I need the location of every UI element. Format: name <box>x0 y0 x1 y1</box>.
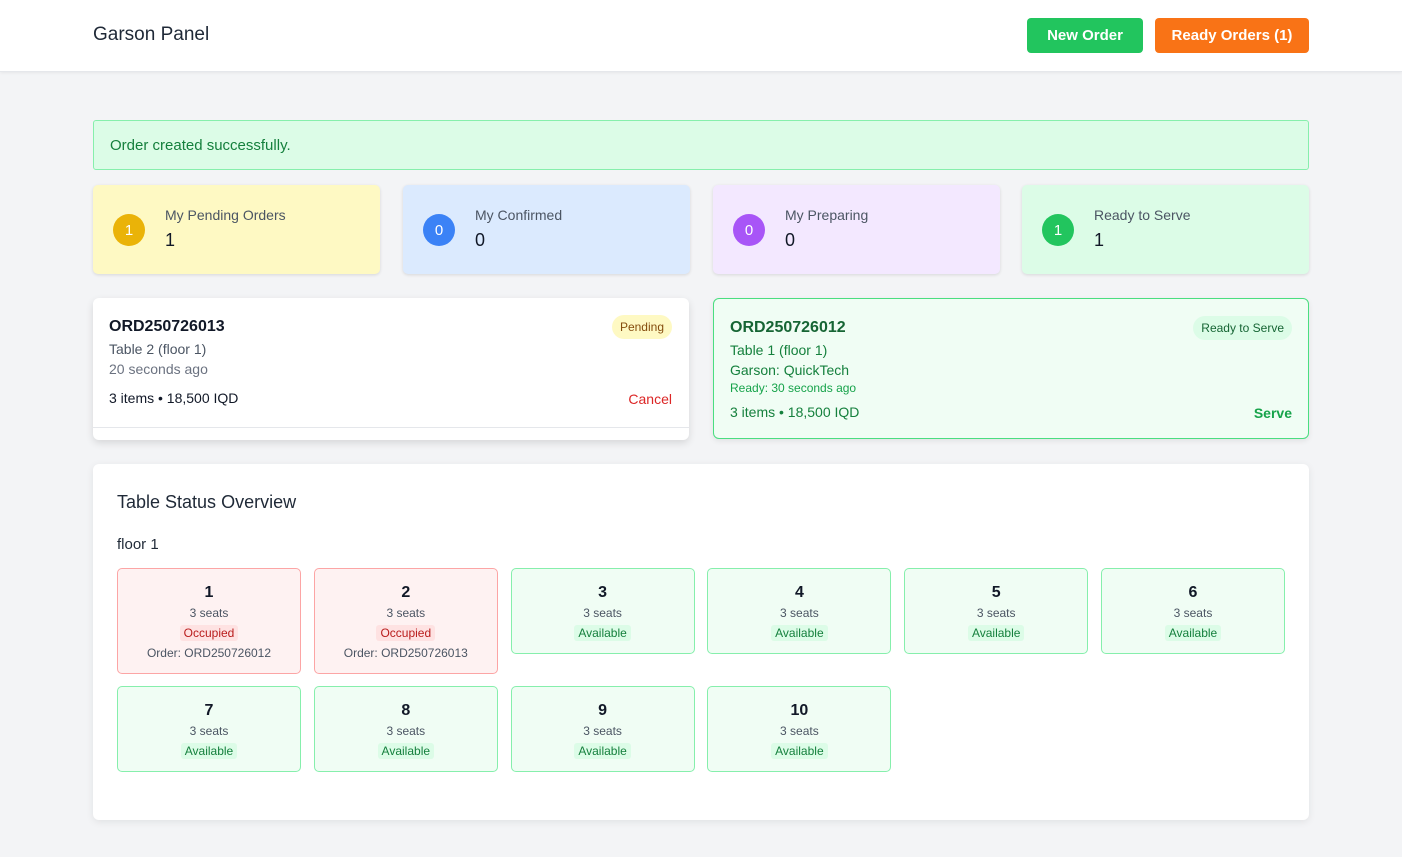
order-id: ORD250726013 <box>109 318 225 335</box>
floor-label: floor 1 <box>117 536 159 553</box>
panel-title: Table Status Overview <box>117 492 297 512</box>
table-seats: 3 seats <box>386 606 426 620</box>
table-status-badge: Available <box>574 743 631 759</box>
success-alert: Order created successfully. <box>93 120 1309 170</box>
table-seats: 3 seats <box>386 724 426 738</box>
table-seats: 3 seats <box>780 724 819 738</box>
table-number: 3 <box>598 584 608 601</box>
order-card-pending: ORD250726013 Table 2 (floor 1) 20 second… <box>93 298 689 440</box>
status-badge: Ready to Serve <box>1193 316 1292 340</box>
table-status-panel: Table Status Overview floor 1 1 3 seats Oc… <box>93 464 1309 820</box>
table-card-7[interactable]: 7 3 seats Available <box>117 686 301 772</box>
stat-confirmed: 0 My Confirmed 0 <box>403 185 690 274</box>
table-grid: 1 3 seats Occupied Order: ORD250726012 2 3 se… <box>117 568 1285 772</box>
table-number: 8 <box>401 702 411 719</box>
table-number: 4 <box>794 584 804 601</box>
table-number: 2 <box>401 584 411 601</box>
order-table: Table 2 (floor 1) <box>109 341 207 357</box>
new-order-button[interactable]: New Order <box>1027 18 1143 53</box>
table-order-ref: Order: ORD250726012 <box>146 646 272 660</box>
stat-count-badge: 0 <box>423 214 455 246</box>
stat-value: 0 <box>785 230 796 250</box>
stat-count-badge: 0 <box>733 214 765 246</box>
table-card-1[interactable]: 1 3 seats Occupied Order: ORD250726012 <box>117 568 301 674</box>
card-divider <box>93 427 689 428</box>
order-summary: 3 items • 18,500 IQD <box>730 404 860 420</box>
table-card-8[interactable]: 8 3 seats Available <box>313 686 498 772</box>
order-summary: 3 items • 18,500 IQD <box>109 390 239 406</box>
table-seats: 3 seats <box>189 724 229 738</box>
stat-preparing: 0 My Preparing 0 <box>713 185 1000 274</box>
serve-button[interactable]: Serve <box>1254 405 1292 421</box>
table-status-badge: Available <box>180 743 238 759</box>
cancel-button[interactable]: Cancel <box>628 391 672 407</box>
table-seats: 3 seats <box>583 724 622 738</box>
table-status-badge: Available <box>771 743 828 759</box>
table-status-badge: Occupied <box>376 625 436 641</box>
table-seats: 3 seats <box>189 606 229 620</box>
order-ready-time: Ready: 30 seconds ago <box>730 381 857 395</box>
table-card-3[interactable]: 3 3 seats Available <box>510 568 695 654</box>
app-title: Garson Panel <box>93 24 210 45</box>
table-seats: 3 seats <box>780 606 819 620</box>
table-card-2[interactable]: 2 3 seats Occupied Order: ORD250726013 <box>313 568 498 674</box>
order-time: 20 seconds ago <box>109 361 208 377</box>
table-card-6[interactable]: 6 3 seats Available <box>1100 568 1285 654</box>
table-card-9[interactable]: 9 3 seats Available <box>510 686 695 772</box>
status-badge: Pending <box>611 315 672 339</box>
stat-count-badge: 1 <box>1042 214 1074 246</box>
table-status-badge: Occupied <box>179 625 239 641</box>
table-card-4[interactable]: 4 3 seats Available <box>707 568 892 654</box>
stat-label: My Preparing <box>785 207 869 223</box>
table-order-ref: Order: ORD250726013 <box>343 646 468 660</box>
alert-message: Order created successfully. <box>110 136 291 154</box>
table-status-badge: Available <box>574 625 631 641</box>
stat-value: 1 <box>165 230 176 250</box>
order-table: Table 1 (floor 1) <box>730 342 828 358</box>
order-card-ready: ORD250726012 Table 1 (floor 1) Garson: Q… <box>713 298 1309 439</box>
table-status-badge: Available <box>377 743 435 759</box>
table-seats: 3 seats <box>1173 606 1213 620</box>
ready-orders-button[interactable]: Ready Orders (1) <box>1155 18 1309 53</box>
stat-ready-to-serve: 1 Ready to Serve 1 <box>1022 185 1309 274</box>
order-id: ORD250726012 <box>730 319 846 336</box>
table-card-10[interactable]: 10 3 seats Available <box>707 686 892 772</box>
table-seats: 3 seats <box>583 606 622 620</box>
stat-label: Ready to Serve <box>1094 207 1191 223</box>
table-number: 6 <box>1188 584 1198 601</box>
table-seats: 3 seats <box>976 606 1016 620</box>
top-header: Garson Panel New Order Ready Orders (1) <box>0 0 1402 72</box>
table-status-badge: Available <box>1164 625 1222 641</box>
table-status-badge: Available <box>967 625 1025 641</box>
table-number: 5 <box>991 584 1001 601</box>
stat-label: My Confirmed <box>475 207 563 223</box>
stat-label: My Pending Orders <box>165 207 286 223</box>
stat-count-badge: 1 <box>113 214 145 246</box>
table-status-badge: Available <box>771 625 828 641</box>
stat-pending-orders: 1 My Pending Orders 1 <box>93 185 380 274</box>
table-number: 9 <box>598 702 608 719</box>
table-number: 1 <box>204 584 214 601</box>
order-waiter: Garson: QuickTech <box>730 362 850 378</box>
table-card-5[interactable]: 5 3 seats Available <box>904 568 1089 654</box>
table-number: 7 <box>204 702 214 719</box>
stat-value: 0 <box>475 230 486 250</box>
table-number: 10 <box>790 702 809 719</box>
stat-value: 1 <box>1094 230 1105 250</box>
